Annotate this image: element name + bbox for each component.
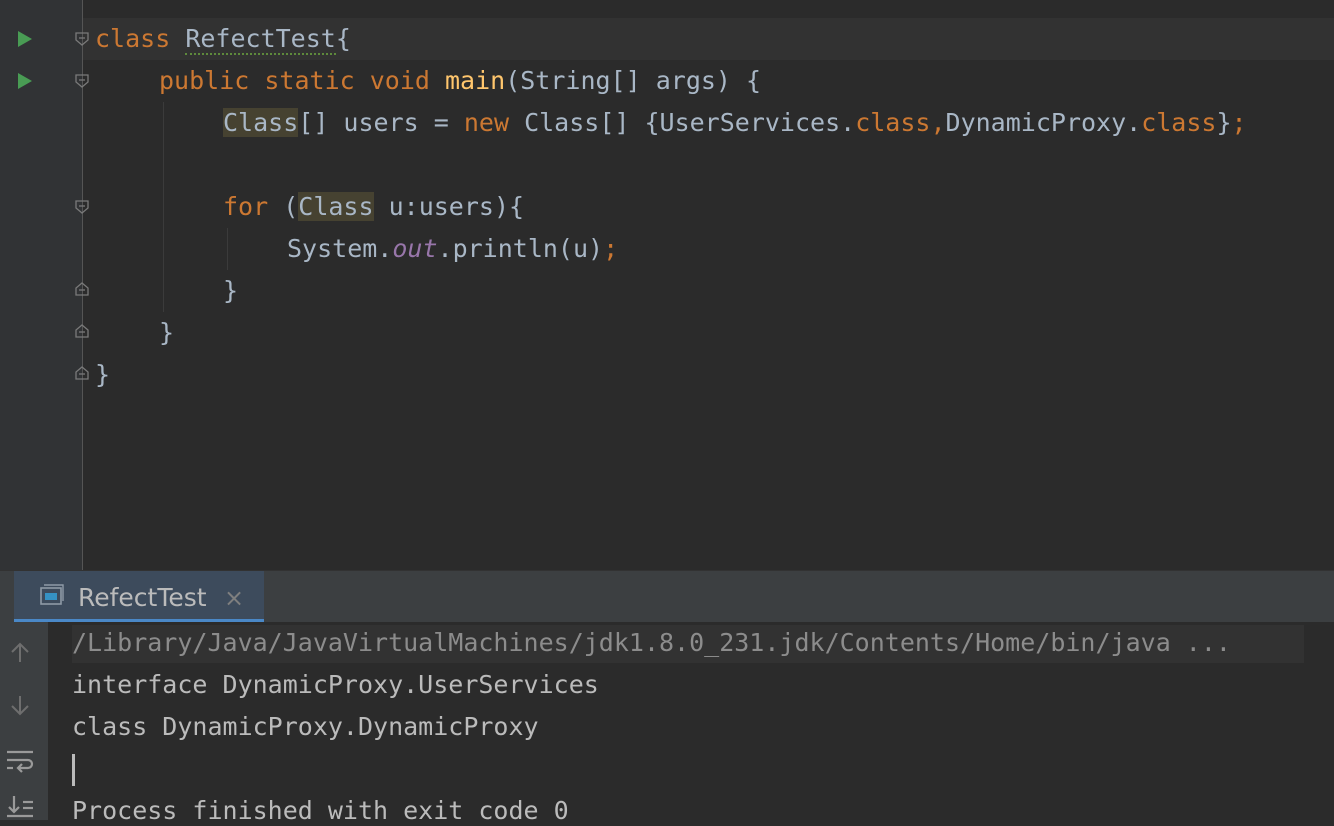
soft-wrap-icon[interactable]	[4, 744, 36, 776]
brace: {	[335, 24, 351, 53]
keyword: class	[95, 24, 186, 53]
indent-guide	[227, 228, 228, 270]
system-ref: System.	[287, 234, 393, 263]
run-tool-window: RefectTest × /Library/Java/JavaVirtualMa…	[0, 570, 1334, 820]
fold-marker-icon[interactable]	[74, 73, 90, 89]
semicolon: ;	[1231, 108, 1247, 137]
keyword: class	[1141, 108, 1217, 137]
static-field-out: out	[392, 234, 438, 263]
declaration: [] users =	[298, 108, 464, 137]
println-call: .println(u)	[437, 234, 604, 263]
exit-message: Process finished with exit code 0	[72, 796, 569, 820]
code-line-9[interactable]: }	[95, 354, 110, 396]
keyword: static	[264, 66, 370, 95]
class-name: RefectTest	[185, 24, 336, 55]
tab-title[interactable]: RefectTest	[78, 579, 207, 617]
editor-gutter	[0, 0, 83, 570]
indent-guide	[163, 102, 164, 312]
arrow-up-icon[interactable]	[4, 636, 36, 668]
comma: ,	[930, 108, 946, 137]
params: (String[] args) {	[505, 66, 762, 95]
type-class-highlight: Class	[298, 192, 374, 221]
keyword: class	[855, 108, 931, 137]
type-class-highlight: Class	[223, 108, 299, 137]
initializer: Class[] {UserServices.	[524, 108, 856, 137]
code-editor[interactable]: class RefectTest{ public static void mai…	[0, 0, 1334, 570]
arrow-down-icon[interactable]	[4, 690, 36, 722]
code-line-2[interactable]: public static void main(String[] args) {	[159, 60, 761, 102]
paren: (	[283, 192, 299, 221]
console-output-line: interface DynamicProxy.UserServices	[72, 670, 599, 699]
code-line-6[interactable]: System.out.println(u);	[287, 228, 618, 270]
brace: }	[159, 318, 175, 347]
run-toolbar	[0, 622, 48, 820]
brace: }	[223, 276, 239, 305]
method-name: main	[444, 66, 506, 95]
keyword: for	[223, 192, 284, 221]
scroll-to-end-icon[interactable]	[4, 794, 36, 826]
close-brace: }	[1216, 108, 1232, 137]
fold-marker-icon[interactable]	[74, 31, 90, 47]
brace: }	[95, 360, 111, 389]
console-icon	[40, 584, 64, 605]
text-cursor	[72, 754, 75, 786]
console-output[interactable]: /Library/Java/JavaVirtualMachines/jdk1.8…	[48, 622, 1334, 820]
command-line[interactable]: /Library/Java/JavaVirtualMachines/jdk1.8…	[72, 622, 1231, 664]
code-line-1[interactable]: class RefectTest{	[95, 18, 351, 60]
dynamic-proxy-ref: DynamicProxy.	[945, 108, 1142, 137]
keyword: new	[463, 108, 525, 137]
keyword: public	[159, 66, 265, 95]
run-tab-bar: RefectTest ×	[0, 570, 1334, 623]
run-main-icon[interactable]	[18, 73, 32, 89]
code-line-8[interactable]: }	[159, 312, 174, 354]
semicolon: ;	[603, 234, 619, 263]
console-output-line: class DynamicProxy.DynamicProxy	[72, 712, 539, 741]
keyword: void	[369, 66, 445, 95]
run-class-icon[interactable]	[18, 31, 32, 47]
fold-marker-icon[interactable]	[74, 199, 90, 215]
fold-end-marker-icon[interactable]	[74, 323, 90, 339]
fold-end-marker-icon[interactable]	[74, 365, 90, 381]
code-line-3[interactable]: Class[] users = new Class[] {UserService…	[223, 102, 1247, 144]
close-tab-icon[interactable]: ×	[224, 579, 244, 617]
code-line-7[interactable]: }	[223, 270, 238, 312]
fold-end-marker-icon[interactable]	[74, 281, 90, 297]
code-line-5[interactable]: for (Class u:users){	[223, 186, 524, 228]
for-rest: u:users){	[373, 192, 525, 221]
